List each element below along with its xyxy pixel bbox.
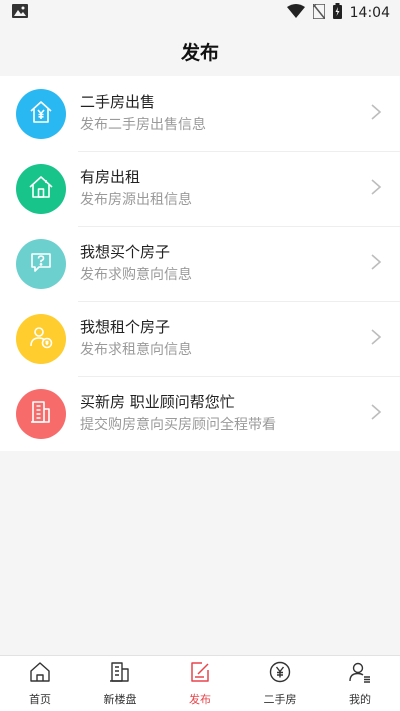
nav-profile[interactable]: 我的	[320, 656, 400, 711]
header: 发布	[0, 26, 400, 76]
battery-icon	[332, 3, 342, 23]
no-sim-icon	[311, 2, 326, 23]
item-title: 有房出租	[80, 168, 141, 186]
page-title: 发布	[180, 41, 219, 64]
nav-label: 发布	[189, 693, 211, 706]
item-subtitle: 发布求购意向信息	[80, 267, 192, 283]
building-icon	[27, 398, 55, 430]
profile-icon	[348, 660, 372, 688]
list-item-want-to-buy[interactable]: 我想买个房子 发布求购意向信息	[0, 226, 400, 301]
house-yuan-icon	[27, 98, 55, 130]
list-item-rent-out[interactable]: 有房出租 发布房源出租信息	[0, 151, 400, 226]
item-subtitle: 提交购房意向买房顾问全程带看	[80, 417, 276, 433]
person-rent-icon	[27, 323, 55, 355]
question-chat-icon	[27, 248, 55, 280]
chevron-right-icon	[370, 103, 382, 125]
item-title: 二手房出售	[80, 93, 156, 111]
nav-label: 我的	[349, 693, 371, 706]
nav-home[interactable]: 首页	[0, 656, 80, 711]
publish-icon	[188, 660, 212, 688]
icon-badge	[16, 88, 66, 139]
bottom-nav: 首页 新楼盘 发布 二手房 我的	[0, 655, 400, 711]
item-subtitle: 发布求租意向信息	[80, 342, 192, 358]
chevron-right-icon	[370, 178, 382, 200]
status-time: 14:04	[349, 5, 390, 21]
item-subtitle: 发布房源出租信息	[80, 192, 192, 208]
publish-options-list: 二手房出售 发布二手房出售信息 有房出租 发布房源出租信息 我想买个房子 发布求…	[0, 76, 400, 451]
icon-badge	[16, 238, 66, 289]
chevron-right-icon	[370, 253, 382, 275]
yuan-icon	[268, 660, 292, 688]
icon-badge	[16, 163, 66, 214]
nav-label: 二手房	[263, 693, 297, 706]
chevron-right-icon	[370, 328, 382, 350]
icon-badge	[16, 388, 66, 439]
item-title: 买新房 职业顾问帮您忙	[80, 393, 235, 411]
building-icon	[108, 660, 132, 688]
item-subtitle: 发布二手房出售信息	[80, 117, 206, 133]
item-title: 我想买个房子	[80, 243, 171, 261]
status-bar: 14:04	[0, 0, 400, 26]
nav-new-buildings[interactable]: 新楼盘	[80, 656, 160, 711]
nav-label: 首页	[29, 693, 51, 706]
nav-second-hand[interactable]: 二手房	[240, 656, 320, 711]
item-title: 我想租个房子	[80, 318, 171, 336]
home-icon	[28, 660, 52, 688]
wifi-icon	[286, 4, 305, 22]
icon-badge	[16, 313, 66, 364]
gallery-icon	[12, 4, 28, 22]
list-item-want-to-rent[interactable]: 我想租个房子 发布求租意向信息	[0, 301, 400, 376]
chevron-right-icon	[370, 403, 382, 425]
nav-publish[interactable]: 发布	[160, 656, 240, 711]
house-icon	[27, 173, 55, 205]
nav-label: 新楼盘	[103, 693, 137, 706]
list-item-sell-second-hand[interactable]: 二手房出售 发布二手房出售信息	[0, 76, 400, 151]
list-item-new-house-advisor[interactable]: 买新房 职业顾问帮您忙 提交购房意向买房顾问全程带看	[0, 376, 400, 451]
